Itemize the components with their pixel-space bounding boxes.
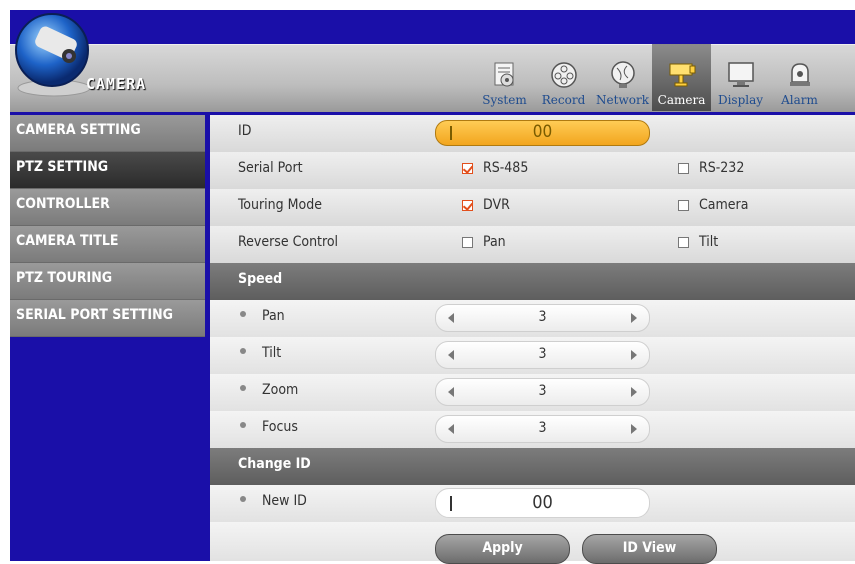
speed-pan-stepper[interactable]: 3 [435,304,650,332]
tab-label: Network [596,93,649,107]
serial-port-label: Serial Port [238,160,303,176]
sidebar-item-serial-port-setting[interactable]: SERIAL PORT SETTING [10,300,205,337]
rs485-option[interactable]: RS-485 [462,160,528,176]
tab-system[interactable]: System [475,44,534,111]
rs485-checkbox[interactable] [462,162,473,174]
tab-label: Alarm [781,93,818,107]
touring-mode-label: Touring Mode [238,197,322,213]
tab-camera[interactable]: Camera [652,44,711,111]
display-icon [727,62,754,87]
speed-focus-label: Focus [262,419,298,435]
serial-port-row: Serial Port RS-485 RS-232 [210,152,855,189]
tab-label: Camera [657,93,706,107]
rs485-label: RS-485 [483,160,529,176]
speed-zoom-stepper[interactable]: 3 [435,378,650,406]
tab-label: System [482,93,527,107]
bullet-icon [240,348,246,354]
speed-zoom-row: Zoom 3 [210,374,855,411]
camera-icon [669,63,695,87]
reverse-pan-checkbox[interactable] [462,236,473,248]
rs232-checkbox[interactable] [678,162,689,174]
speed-tilt-value: 3 [538,346,547,362]
tab-network[interactable]: Network [593,44,652,111]
top-tab-bar: System Record Network Camera Display Ala… [475,44,829,111]
new-id-input[interactable]: 00 [435,488,650,518]
new-id-value: 00 [532,492,553,513]
reverse-tilt-checkbox[interactable] [678,236,689,248]
bullet-icon [240,311,246,317]
speed-section-header: Speed [210,263,855,300]
speed-tilt-stepper[interactable]: 3 [435,341,650,369]
record-reel-icon [550,62,577,88]
alarm-icon [789,63,810,86]
dvr-option[interactable]: DVR [462,197,510,213]
system-icon [494,62,513,87]
speed-title: Speed [238,271,283,287]
settings-panel: ID 00 Serial Port RS-485 RS-232 Touring … [210,115,855,564]
speed-zoom-value: 3 [538,383,547,399]
apply-button[interactable]: Apply [435,534,570,564]
change-id-title: Change ID [238,456,311,472]
rs232-option[interactable]: RS-232 [678,160,744,176]
id-field[interactable]: 00 [435,120,650,146]
speed-pan-row: Pan 3 [210,300,855,337]
sidebar: CAMERA SETTING PTZ SETTING CONTROLLER CA… [10,115,205,337]
speed-tilt-row: Tilt 3 [210,337,855,374]
reverse-control-row: Reverse Control Pan Tilt [210,226,855,263]
new-id-row: New ID 00 [210,485,855,522]
tab-display[interactable]: Display [711,44,770,111]
network-icon [610,61,635,88]
speed-focus-row: Focus 3 [210,411,855,448]
camera-option[interactable]: Camera [678,197,748,213]
reverse-control-label: Reverse Control [238,234,339,250]
right-arrow-icon[interactable] [631,313,637,323]
touring-mode-row: Touring Mode DVR Camera [210,189,855,226]
tab-label: Record [541,93,586,107]
right-arrow-icon[interactable] [631,350,637,360]
bullet-icon [240,385,246,391]
sidebar-item-ptz-touring[interactable]: PTZ TOURING [10,263,205,300]
reverse-pan-option[interactable]: Pan [462,234,506,250]
speed-tilt-label: Tilt [262,345,282,361]
id-value: 00 [532,122,553,142]
bullet-icon [240,422,246,428]
sidebar-item-ptz-setting[interactable]: PTZ SETTING [10,152,205,189]
dvr-label: DVR [483,197,510,213]
speed-focus-stepper[interactable]: 3 [435,415,650,443]
speed-pan-label: Pan [262,308,285,324]
id-row: ID 00 [210,115,855,152]
page-title: CAMERA [86,75,147,93]
tab-alarm[interactable]: Alarm [770,44,829,111]
speed-focus-value: 3 [538,420,547,436]
sidebar-item-controller[interactable]: CONTROLLER [10,189,205,226]
right-arrow-icon[interactable] [631,424,637,434]
id-view-button[interactable]: ID View [582,534,717,564]
reverse-pan-label: Pan [483,234,506,250]
id-label: ID [238,123,252,139]
speed-pan-value: 3 [538,309,547,325]
tab-label: Display [717,93,764,107]
camera-checkbox[interactable] [678,199,689,211]
bullet-icon [240,496,246,502]
reverse-tilt-option[interactable]: Tilt [678,234,718,250]
right-arrow-icon[interactable] [631,387,637,397]
reverse-tilt-label: Tilt [699,234,719,250]
camera-mode-label: Camera [699,197,749,213]
rs232-label: RS-232 [699,160,745,176]
tab-record[interactable]: Record [534,44,593,111]
speed-zoom-label: Zoom [262,382,299,398]
new-id-label: New ID [262,493,307,509]
change-id-section-header: Change ID [210,448,855,485]
sidebar-item-camera-title[interactable]: CAMERA TITLE [10,226,205,263]
dvr-checkbox[interactable] [462,199,473,211]
sidebar-item-camera-setting[interactable]: CAMERA SETTING [10,115,205,152]
